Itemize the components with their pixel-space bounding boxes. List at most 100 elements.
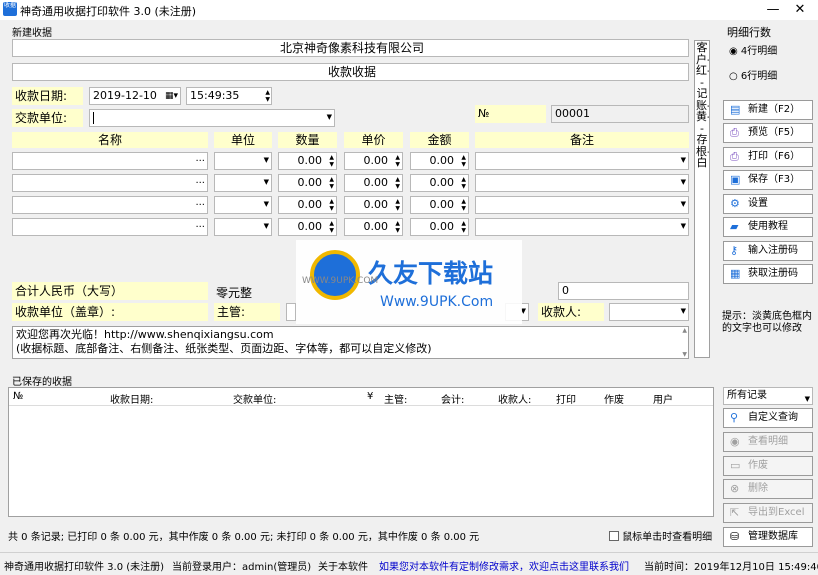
payer-combo[interactable]: ▼ — [89, 109, 335, 127]
view-detail-button[interactable]: ◉ 查看明细 — [723, 432, 813, 452]
name-cell[interactable]: ... — [12, 174, 208, 192]
no-label[interactable]: № — [475, 105, 546, 123]
name-cell[interactable]: ... — [12, 196, 208, 214]
unit-combo[interactable]: ▼ — [214, 174, 272, 192]
spinner-icon[interactable]: ▲ ▼ — [329, 198, 334, 212]
total-label[interactable]: 合计人民币（大写） — [12, 282, 208, 300]
chevron-down-icon[interactable]: ▼ — [681, 307, 686, 315]
radio-unchecked-icon[interactable]: ○ — [729, 71, 738, 82]
spinner-icon[interactable]: ▲ ▼ — [329, 154, 334, 168]
spinner-icon[interactable]: ▲ ▼ — [461, 154, 466, 168]
chevron-down-icon[interactable]: ▼ — [805, 391, 810, 407]
amount-spinner[interactable]: 0.00 ▲ ▼ — [410, 174, 469, 192]
about-link[interactable]: 关于本软件 — [318, 558, 368, 573]
contact-link[interactable]: 如果您对本软件有定制修改需求，欢迎点击这里联系我们 — [379, 558, 629, 573]
spinner-icon[interactable]: ▲ ▼ — [395, 176, 400, 190]
remark-combo[interactable]: ▼ — [475, 152, 689, 170]
records-filter-select[interactable]: 所有记录 ▼ — [723, 387, 813, 405]
ellipsis-icon[interactable]: ... — [195, 175, 205, 186]
payer-label[interactable]: 交款单位: — [12, 109, 83, 127]
remark-combo[interactable]: ▼ — [475, 218, 689, 236]
remark-combo[interactable]: ▼ — [475, 196, 689, 214]
click-view-checkbox[interactable]: 鼠标单击时查看明细 — [609, 528, 712, 543]
spinner-icon[interactable]: ▲ ▼ — [395, 220, 400, 234]
chevron-down-icon[interactable]: ▼ — [327, 113, 332, 121]
preview-button[interactable]: ⎙ 预览（F5） — [723, 123, 813, 143]
settings-button[interactable]: ⚙ 设置 — [723, 194, 813, 214]
saved-col-payer[interactable]: 交款单位: — [233, 391, 276, 406]
price-spinner[interactable]: 0.00 ▲ ▼ — [344, 218, 403, 236]
close-button[interactable]: ✕ — [785, 0, 815, 20]
scroll-down-icon[interactable]: ▼ — [682, 351, 687, 358]
remark-combo[interactable]: ▼ — [475, 174, 689, 192]
company-field[interactable]: 北京神奇像素科技有限公司 — [12, 39, 689, 57]
chevron-down-icon[interactable]: ▼ — [681, 222, 686, 230]
col-qty[interactable]: 数量 — [278, 132, 337, 148]
col-name[interactable]: 名称 — [12, 132, 208, 148]
chevron-down-icon[interactable]: ▼ — [264, 178, 269, 186]
time-spinner-icon[interactable]: ▲ ▼ — [265, 89, 270, 103]
price-spinner[interactable]: 0.00 ▲ ▼ — [344, 152, 403, 170]
saved-col-accountant[interactable]: 会计: — [441, 391, 464, 406]
manage-db-button[interactable]: ⛁ 管理数据库 — [723, 527, 813, 547]
unit-combo[interactable]: ▼ — [214, 152, 272, 170]
get-code-button[interactable]: ▦ 获取注册码 — [723, 264, 813, 284]
saved-col-manager[interactable]: 主管: — [384, 391, 407, 406]
unit-combo[interactable]: ▼ — [214, 196, 272, 214]
saved-col-no[interactable]: № — [13, 391, 23, 402]
manager-combo[interactable] — [286, 303, 296, 321]
tutorial-button[interactable]: ▰ 使用教程 — [723, 217, 813, 237]
name-cell[interactable]: ... — [12, 152, 208, 170]
price-spinner[interactable]: 0.00 ▲ ▼ — [344, 196, 403, 214]
chevron-down-icon[interactable]: ▼ — [681, 156, 686, 164]
new-button[interactable]: ▤ 新建（F2） — [723, 100, 813, 120]
col-remark[interactable]: 备注 — [475, 132, 689, 148]
note-textarea[interactable]: 欢迎您再次光临！http://www.shenqixiangsu.com (收据… — [12, 326, 689, 359]
spinner-icon[interactable]: ▲ ▼ — [329, 220, 334, 234]
date-label[interactable]: 收款日期: — [12, 87, 83, 105]
qty-spinner[interactable]: 0.00 ▲ ▼ — [278, 174, 337, 192]
receiver-combo[interactable]: ▼ — [609, 303, 689, 321]
date-picker[interactable]: 2019-12-10 ▦▾ — [89, 87, 181, 105]
radio-4-rows[interactable]: ◉ 4行明细 — [729, 42, 777, 57]
ellipsis-icon[interactable]: ... — [195, 197, 205, 208]
chevron-down-icon[interactable]: ▼ — [264, 156, 269, 164]
copy-color-note[interactable]: 客户-红--记账-黄--存根-白 — [694, 40, 710, 358]
enter-code-button[interactable]: ⚷ 输入注册码 — [723, 241, 813, 261]
saved-receipts-table[interactable] — [8, 387, 714, 517]
col-amount[interactable]: 金额 — [410, 132, 469, 148]
export-excel-button[interactable]: ⇱ 导出到Excel — [723, 503, 813, 523]
name-cell[interactable]: ... — [12, 218, 208, 236]
amount-spinner[interactable]: 0.00 ▲ ▼ — [410, 152, 469, 170]
amount-spinner[interactable]: 0.00 ▲ ▼ — [410, 218, 469, 236]
spinner-icon[interactable]: ▲ ▼ — [395, 198, 400, 212]
spinner-icon[interactable]: ▲ ▼ — [461, 220, 466, 234]
saved-col-void[interactable]: 作废 — [604, 391, 624, 406]
unit-combo[interactable]: ▼ — [214, 218, 272, 236]
save-button[interactable]: ▣ 保存（F3） — [723, 170, 813, 190]
receipt-title-field[interactable]: 收款收据 — [12, 63, 689, 81]
qty-spinner[interactable]: 0.00 ▲ ▼ — [278, 196, 337, 214]
spinner-icon[interactable]: ▲ ▼ — [329, 176, 334, 190]
chevron-down-icon[interactable]: ▼ — [681, 178, 686, 186]
print-button[interactable]: ⎙ 打印（F6） — [723, 147, 813, 167]
radio-6-rows[interactable]: ○ 6行明细 — [729, 67, 777, 82]
saved-col-user[interactable]: 用户 — [653, 391, 673, 406]
spinner-icon[interactable]: ▲ ▼ — [461, 198, 466, 212]
calendar-icon[interactable]: ▦▾ — [165, 88, 178, 104]
chevron-down-icon[interactable]: ▼ — [264, 222, 269, 230]
ellipsis-icon[interactable]: ... — [195, 153, 205, 164]
minimize-button[interactable]: — — [758, 0, 788, 20]
saved-col-date[interactable]: 收款日期: — [110, 391, 153, 406]
spinner-icon[interactable]: ▲ ▼ — [395, 154, 400, 168]
checkbox-icon[interactable] — [609, 531, 619, 541]
amount-spinner[interactable]: 0.00 ▲ ▼ — [410, 196, 469, 214]
price-spinner[interactable]: 0.00 ▲ ▼ — [344, 174, 403, 192]
delete-button[interactable]: ⊗ 删除 — [723, 479, 813, 499]
void-button[interactable]: ▭ 作废 — [723, 456, 813, 476]
qty-spinner[interactable]: 0.00 ▲ ▼ — [278, 152, 337, 170]
saved-col-yuan[interactable]: ¥ — [367, 391, 373, 402]
ellipsis-icon[interactable]: ... — [195, 219, 205, 230]
manager-label[interactable]: 主管: — [214, 303, 280, 321]
col-price[interactable]: 单价 — [344, 132, 403, 148]
